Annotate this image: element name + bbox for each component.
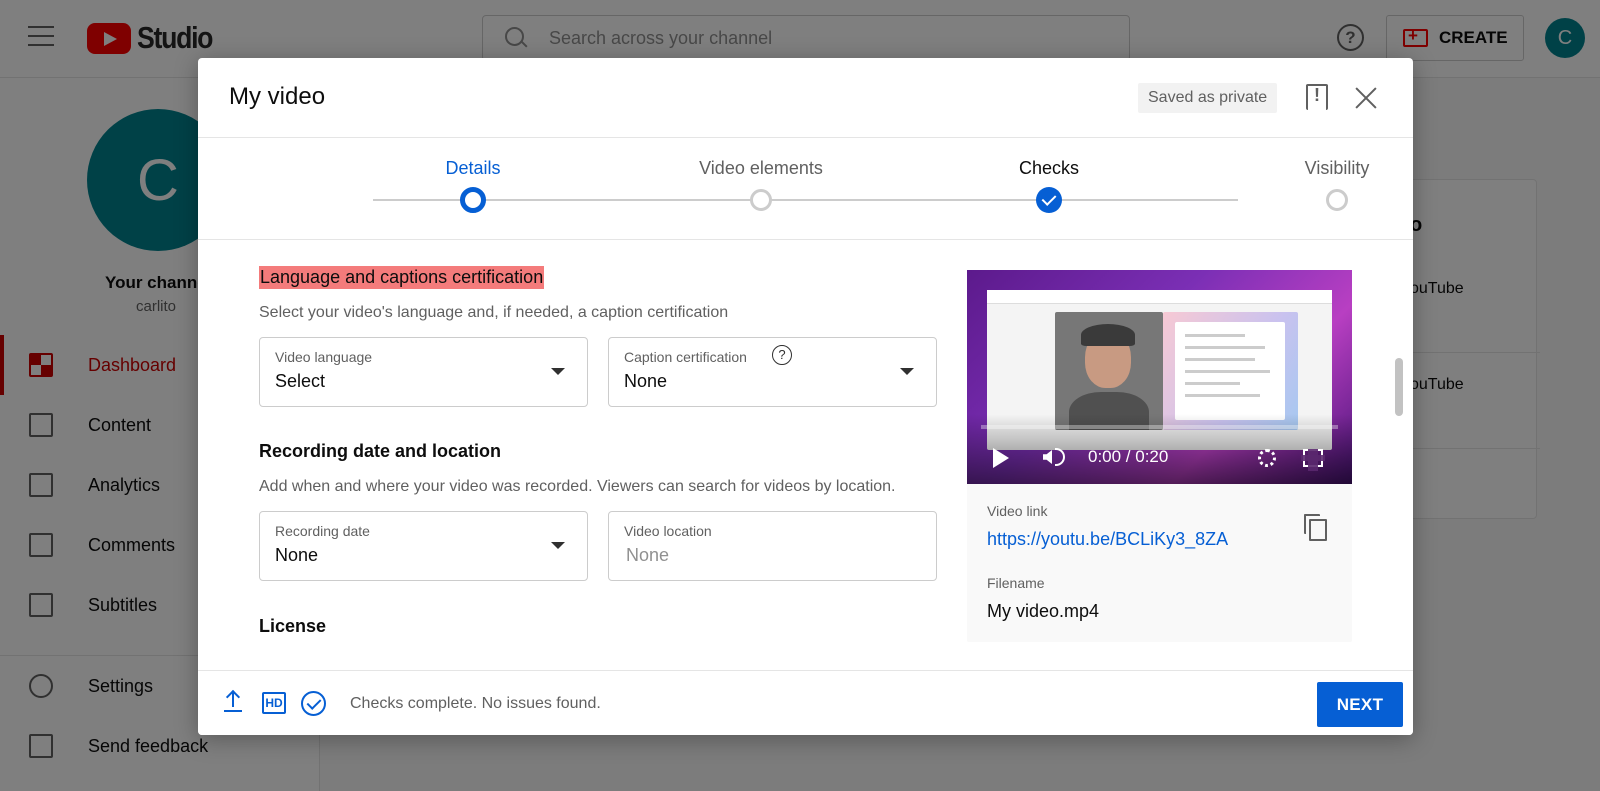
field-value: None [275, 545, 319, 565]
report-issue-icon[interactable] [1306, 84, 1328, 110]
step-label: Visibility [1304, 158, 1370, 178]
video-location-input[interactable] [626, 545, 916, 566]
dropdown-arrow-icon [551, 542, 565, 549]
step-visibility[interactable]: Visibility [1237, 138, 1413, 211]
dialog-body[interactable]: Language and captions certification Sele… [198, 241, 1413, 670]
field-label: Caption certification [624, 349, 747, 365]
next-button[interactable]: NEXT [1317, 682, 1403, 727]
saved-status-badge: Saved as private [1138, 83, 1278, 113]
video-progress-bar[interactable] [981, 425, 1338, 429]
license-section-title: License [259, 616, 327, 636]
dropdown-arrow-icon [551, 368, 565, 375]
video-link-label: Video link [987, 503, 1048, 519]
video-preview-panel: 0:00 / 0:20 Video link https://youtu.be/… [967, 270, 1352, 642]
upload-dialog: My video Saved as private Details Video … [198, 58, 1413, 735]
video-link[interactable]: https://youtu.be/BCLiKy3_8ZA [987, 529, 1228, 550]
video-frame-presenter [1055, 312, 1163, 430]
recording-section-title: Recording date and location [259, 441, 502, 461]
video-frame-browser-bar [987, 290, 1332, 304]
dialog-header: My video Saved as private [198, 58, 1413, 138]
caption-certification-select[interactable]: Caption certification ? None [608, 337, 937, 407]
field-label: Video location [624, 523, 712, 539]
settings-gear-icon[interactable] [1258, 449, 1276, 467]
language-section-description: Select your video's language and, if nee… [259, 304, 729, 321]
step-label: Details [445, 158, 501, 178]
hd-processing-icon[interactable]: HD [262, 692, 286, 714]
video-time: 0:00 / 0:20 [1088, 447, 1169, 466]
checks-status-text: Checks complete. No issues found. [350, 695, 601, 712]
help-icon[interactable]: ? [772, 345, 792, 365]
video-location-field[interactable]: Video location [608, 511, 937, 581]
dropdown-arrow-icon [900, 368, 914, 375]
step-label: Video elements [699, 158, 823, 178]
step-pending-icon [750, 189, 772, 211]
filename-value: My video.mp4 [987, 601, 1100, 621]
volume-wave-icon [1055, 448, 1065, 466]
upload-stepper: Details Video elements Checks Visibility [198, 138, 1413, 240]
step-label: Checks [1018, 158, 1080, 178]
language-section-title: Language and captions certification [259, 266, 545, 289]
video-player[interactable]: 0:00 / 0:20 [967, 270, 1352, 484]
field-value: Select [275, 371, 326, 391]
fullscreen-icon-gap [1301, 455, 1325, 461]
step-video-elements[interactable]: Video elements [661, 138, 861, 211]
upload-status-icon[interactable] [224, 691, 242, 713]
stepper-track [373, 199, 1238, 201]
field-value: None [624, 371, 668, 391]
field-label: Video language [275, 349, 373, 365]
checks-complete-icon[interactable] [301, 691, 326, 716]
close-icon[interactable] [1354, 86, 1378, 110]
copy-icon[interactable] [1304, 514, 1327, 541]
dialog-title: My video [229, 83, 326, 110]
step-checks[interactable]: Checks [949, 138, 1149, 213]
step-complete-check-icon [1036, 187, 1062, 213]
volume-icon[interactable] [1043, 450, 1052, 464]
video-language-select[interactable]: Video language Select [259, 337, 588, 407]
dialog-scrollbar[interactable] [1395, 358, 1403, 416]
video-controls: 0:00 / 0:20 [967, 440, 1352, 480]
step-pending-icon [1326, 189, 1348, 211]
play-icon[interactable] [993, 448, 1009, 468]
step-details[interactable]: Details [373, 138, 573, 213]
dialog-footer: HD Checks complete. No issues found. NEX… [198, 670, 1413, 735]
video-frame-document [1163, 312, 1298, 430]
field-label: Recording date [275, 523, 370, 539]
filename-label: Filename [987, 575, 1045, 591]
recording-date-select[interactable]: Recording date None [259, 511, 588, 581]
step-current-icon [460, 187, 486, 213]
recording-section-description: Add when and where your video was record… [259, 478, 896, 495]
